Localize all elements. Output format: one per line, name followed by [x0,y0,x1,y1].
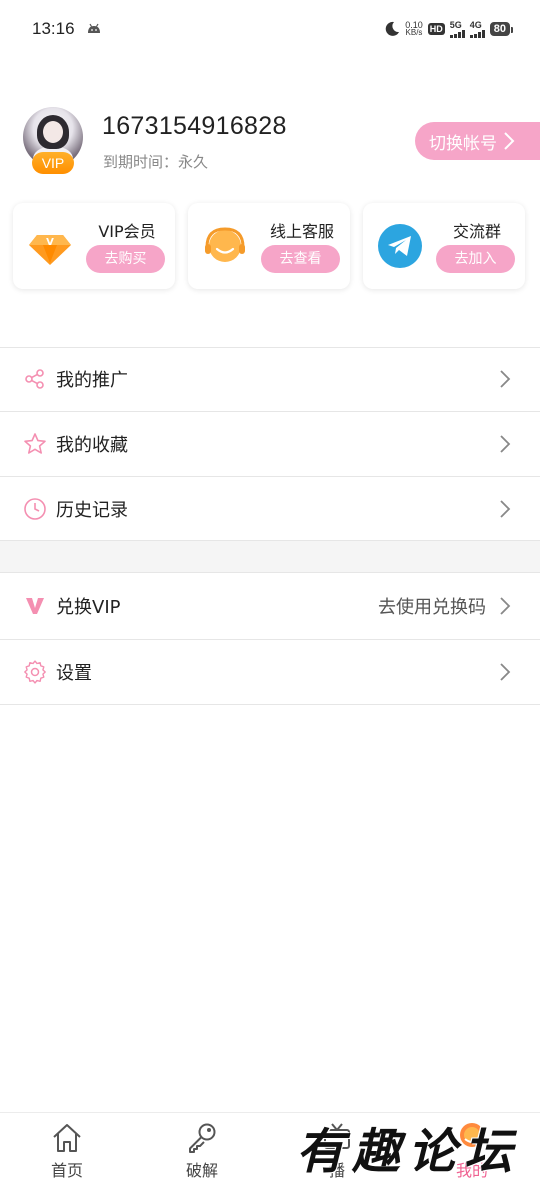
signal-bars-icon [469,29,485,38]
menu-item-history[interactable]: 历史记录 [0,477,540,541]
nav-crack-label: 破解 [185,1161,218,1180]
chevron-right-icon [500,597,511,615]
switch-account-button[interactable]: 切换帐号 [415,122,540,160]
telegram-icon [378,224,422,268]
gear-icon [23,660,47,684]
chevron-right-icon [500,500,511,518]
signal-4g-label: 4G [469,19,482,30]
chevron-right-icon [504,132,515,150]
redeem-code-hint: 去使用兑换码 [378,597,486,618]
divider [0,704,540,705]
vip-member-title: VIP会员 [98,222,156,241]
clock-icon [23,497,47,521]
moon-icon [385,21,400,36]
switch-account-label: 切换帐号 [429,133,497,154]
menu-item-settings[interactable]: 设置 [0,640,540,704]
chevron-right-icon [500,370,511,388]
vip-v-icon [23,594,47,618]
diamond-icon: V [29,235,71,265]
view-service-button[interactable]: 去查看 [261,245,340,273]
menu-label-promotion: 我的推广 [56,370,128,391]
chevron-right-icon [500,663,511,681]
customer-service-card[interactable]: 线上客服 去查看 [188,203,350,289]
signal-5g-label: 5G [449,19,462,30]
network-speed-unit: KB/s [405,28,423,37]
group-chat-title: 交流群 [452,222,501,241]
menu-label-settings: 设置 [56,663,92,684]
menu-label-history: 历史记录 [56,500,128,521]
signal-bars-icon [449,29,465,38]
vip-badge: VIP [32,152,74,174]
network-speed: 0.10 KB/s [405,21,423,37]
status-indicators: 0.10 KB/s HD 5G 4G 80 [384,19,514,39]
buy-vip-button[interactable]: 去购买 [86,245,165,273]
signal-4g: 4G [469,19,485,38]
watermark-logo: 有趣论坛 [296,1124,521,1180]
nav-crack[interactable]: 破解 [157,1121,247,1181]
nav-home[interactable]: 首页 [22,1121,112,1181]
group-chat-card[interactable]: 交流群 去加入 [363,203,525,289]
android-icon [88,23,100,33]
share-icon [23,367,47,391]
vip-member-card[interactable]: V VIP会员 去购买 [13,203,175,289]
menu-label-favorites: 我的收藏 [56,435,128,456]
divider [0,572,540,573]
hd-badge: HD [427,23,445,35]
svg-text:V: V [46,237,54,248]
menu-item-promotion[interactable]: 我的推广 [0,347,540,411]
username: 1673154916828 [102,112,287,140]
profile-header: VIP 1673154916828 到期时间：永久 切换帐号 [0,100,540,190]
nav-home-label: 首页 [50,1161,83,1180]
menu-item-redeem-vip[interactable]: 兑换VIP 去使用兑换码 [0,574,540,638]
home-icon [53,1124,81,1152]
customer-service-icon [205,227,245,262]
join-group-button[interactable]: 去加入 [436,245,515,273]
key-icon [189,1123,216,1153]
star-icon [23,432,47,456]
customer-service-title: 线上客服 [269,222,334,241]
expiry-text: 到期时间：永久 [103,153,209,171]
chevron-right-icon [500,435,511,453]
menu-label-redeem-vip: 兑换VIP [56,597,121,618]
status-time: 13:16 [32,19,75,38]
section-spacer [0,541,540,572]
status-bar: 13:16 0.10 KB/s HD 5G 4G 80 [0,0,540,60]
battery-indicator: 80 [489,22,514,36]
menu-item-favorites[interactable]: 我的收藏 [0,412,540,476]
signal-5g: 5G [449,19,465,38]
